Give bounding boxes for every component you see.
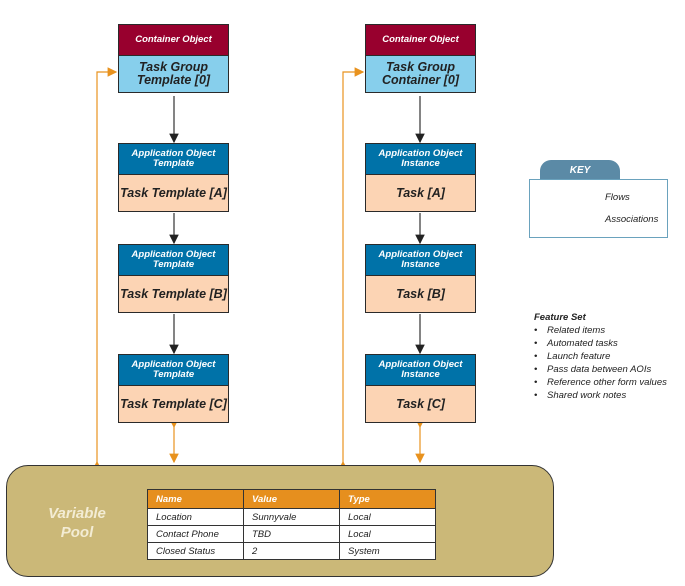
cell: Local: [339, 508, 436, 526]
variable-table: Name Value Type Location Sunnyvale Local…: [147, 489, 436, 560]
feature-item: Shared work notes: [534, 389, 667, 402]
cell: Contact Phone: [147, 525, 244, 543]
box-header: Container Object: [119, 25, 228, 56]
task-a-box: Application Object Instance Task [A]: [365, 143, 476, 212]
cell: TBD: [243, 525, 340, 543]
task-template-b-box: Application Object Template Task Templat…: [118, 244, 229, 313]
box-header: Application Object Instance: [366, 355, 475, 386]
cell: 2: [243, 542, 340, 560]
box-header: Application Object Template: [119, 245, 228, 276]
column-header: Type: [339, 489, 436, 509]
feature-item: Related items: [534, 324, 667, 337]
cell: Sunnyvale: [243, 508, 340, 526]
box-body: Task Group Container [0]: [366, 56, 475, 92]
table-row: Closed Status 2 System: [147, 542, 436, 560]
box-header: Application Object Instance: [366, 245, 475, 276]
feature-set: Feature Set Related items Automated task…: [534, 311, 667, 402]
box-header: Application Object Template: [119, 144, 228, 175]
feature-item: Launch feature: [534, 350, 667, 363]
box-body: Task [C]: [396, 396, 445, 411]
cell: Location: [147, 508, 244, 526]
column-header: Name: [147, 489, 244, 509]
box-body: Task Template [A]: [120, 185, 227, 200]
box-body: Task [B]: [396, 286, 445, 301]
feature-item: Automated tasks: [534, 337, 667, 350]
cell: Closed Status: [147, 542, 244, 560]
key-legend: Flows Associations: [529, 179, 668, 238]
task-template-c-box: Application Object Template Task Templat…: [118, 354, 229, 423]
task-c-box: Application Object Instance Task [C]: [365, 354, 476, 423]
task-group-template-box: Container Object Task Group Template [0]: [118, 24, 229, 93]
table-header-row: Name Value Type: [147, 489, 436, 509]
variable-pool: Variable Pool Name Value Type Location S…: [6, 465, 554, 577]
feature-item: Reference other form values: [534, 376, 667, 389]
key-flows-label: Flows: [605, 192, 630, 203]
cell: System: [339, 542, 436, 560]
feature-set-title: Feature Set: [534, 312, 586, 323]
variable-pool-label: Variable Pool: [48, 505, 106, 541]
box-header: Application Object Instance: [366, 144, 475, 175]
box-body: Task Template [C]: [120, 396, 227, 411]
table-row: Location Sunnyvale Local: [147, 508, 436, 526]
box-header: Application Object Template: [119, 355, 228, 386]
column-header: Value: [243, 489, 340, 509]
box-header: Container Object: [366, 25, 475, 56]
flow-arrow: [338, 67, 365, 471]
task-template-a-box: Application Object Template Task Templat…: [118, 143, 229, 212]
task-b-box: Application Object Instance Task [B]: [365, 244, 476, 313]
task-group-container-box: Container Object Task Group Container [0…: [365, 24, 476, 93]
box-body: Task Group Template [0]: [119, 56, 228, 92]
flow-arrow: [92, 67, 118, 471]
box-body: Task [A]: [396, 185, 445, 200]
cell: Local: [339, 525, 436, 543]
feature-item: Pass data between AOIs: [534, 363, 667, 376]
box-body: Task Template [B]: [120, 286, 227, 301]
table-row: Contact Phone TBD Local: [147, 525, 436, 543]
key-associations-label: Associations: [605, 214, 659, 225]
